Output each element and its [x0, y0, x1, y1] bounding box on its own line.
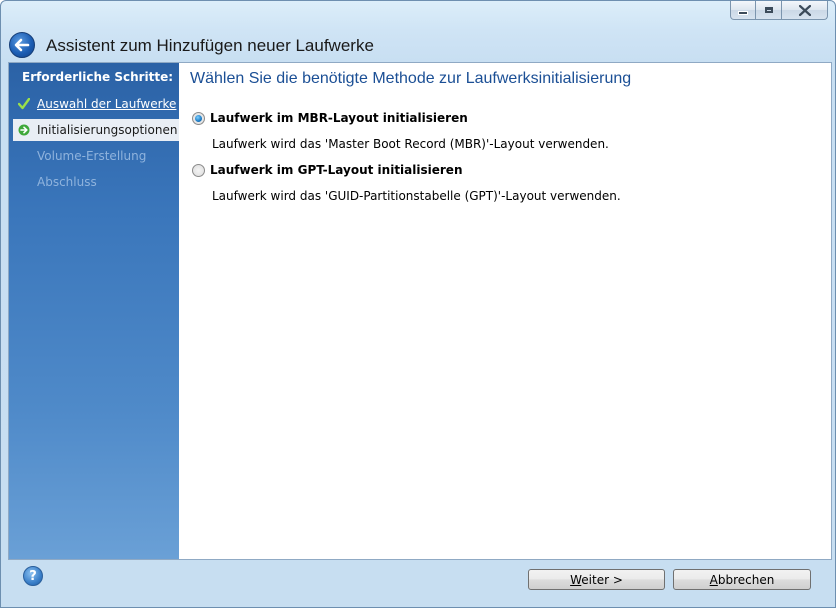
wizard-window: Assistent zum Hinzufügen neuer Laufwerke… — [0, 0, 836, 608]
cancel-button[interactable]: Abbrechen — [673, 569, 811, 590]
steps-sidebar: Erforderliche Schritte: Auswahl der Lauf… — [9, 63, 179, 559]
gpt-option-label[interactable]: Laufwerk im GPT-Layout initialisieren — [210, 163, 463, 177]
sidebar-heading: Erforderliche Schritte: — [22, 70, 174, 84]
arrow-right-icon — [17, 123, 31, 137]
wizard-content: Erforderliche Schritte: Auswahl der Lauf… — [8, 62, 832, 560]
sidebar-item-abschluss: Abschluss — [13, 171, 179, 193]
mbr-option[interactable]: Laufwerk im MBR-Layout initialisieren — [192, 111, 468, 125]
page-title: Wählen Sie die benötigte Methode zur Lau… — [190, 70, 632, 87]
help-icon: ? — [29, 568, 37, 584]
sidebar-item-volume-erstellung: Volume-Erstellung — [13, 145, 179, 167]
gpt-radio[interactable] — [192, 163, 205, 177]
sidebar-item-initialisierungsoptionen: Initialisierungsoptionen — [13, 119, 179, 141]
gpt-option[interactable]: Laufwerk im GPT-Layout initialisieren — [192, 163, 463, 177]
maximize-button[interactable] — [756, 1, 782, 20]
sidebar-item-label: Abschluss — [37, 175, 97, 189]
mbr-option-label[interactable]: Laufwerk im MBR-Layout initialisieren — [210, 111, 468, 125]
minimize-button[interactable] — [730, 1, 756, 20]
maximize-icon — [764, 7, 773, 13]
minimize-icon — [738, 11, 748, 15]
wizard-footer: ? Weiter > Abbrechen — [1, 558, 835, 607]
next-button-label: Weiter > — [570, 572, 623, 587]
next-button[interactable]: Weiter > — [528, 569, 665, 590]
main-panel: Wählen Sie die benötigte Methode zur Lau… — [179, 63, 831, 559]
help-button[interactable]: ? — [23, 566, 43, 586]
close-icon — [798, 4, 811, 16]
back-arrow-icon — [14, 38, 30, 52]
gpt-option-description: Laufwerk wird das 'GUID-Partitionstabell… — [212, 189, 621, 203]
sidebar-item-label: Initialisierungsoptionen — [37, 123, 178, 137]
window-title: Assistent zum Hinzufügen neuer Laufwerke — [46, 36, 374, 55]
cancel-button-label: Abbrechen — [709, 572, 775, 587]
window-controls — [730, 1, 828, 21]
close-button[interactable] — [782, 1, 828, 20]
back-button[interactable] — [9, 32, 35, 58]
checkmark-icon — [17, 97, 31, 111]
mbr-option-description: Laufwerk wird das 'Master Boot Record (M… — [212, 137, 609, 151]
sidebar-item-auswahl-der-laufwerke[interactable]: Auswahl der Laufwerke — [13, 93, 179, 115]
sidebar-item-label: Auswahl der Laufwerke — [37, 97, 177, 111]
mbr-radio[interactable] — [192, 111, 205, 125]
sidebar-item-label: Volume-Erstellung — [37, 149, 147, 163]
